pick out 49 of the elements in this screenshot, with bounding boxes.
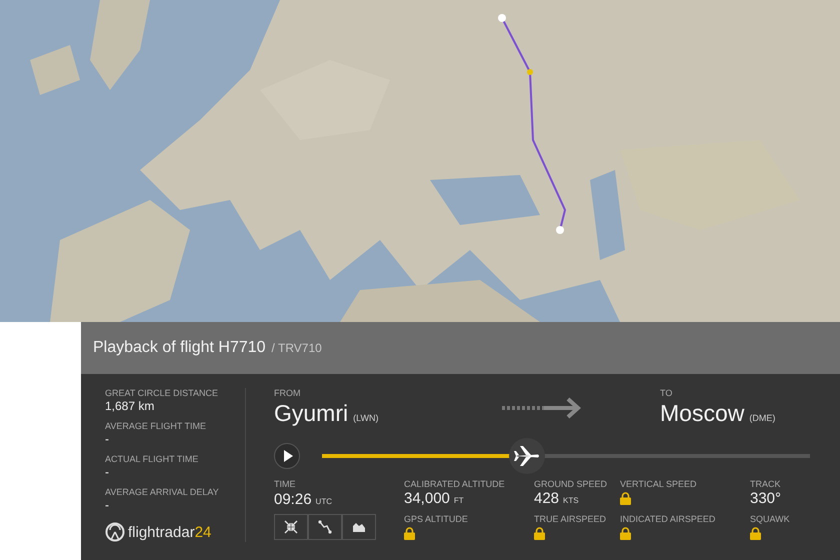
stat-label: AVERAGE FLIGHT TIME: [105, 421, 208, 431]
lock-icon: [750, 527, 761, 540]
collapse-icon: [284, 520, 298, 534]
data-label: VERTICAL SPEED: [620, 479, 698, 489]
time-label: TIME: [274, 479, 296, 489]
data-label: CALIBRATED ALTITUDE: [404, 479, 506, 489]
destination-label: TO: [660, 388, 674, 398]
area-chart-icon: [352, 520, 366, 534]
destination-city: Moscow: [660, 400, 744, 427]
time-unit: UTC: [316, 497, 332, 506]
stat-value: -: [105, 465, 110, 479]
data-label: INDICATED AIRSPEED: [620, 514, 716, 524]
lock-icon: [404, 527, 415, 540]
origin-label: FROM: [274, 388, 302, 398]
unit-text: KTS: [563, 496, 579, 505]
stat-value: 1,687 km: [105, 399, 156, 413]
callsign-text: / TRV710: [272, 341, 322, 355]
stat-label: AVERAGE ARRIVAL DELAY: [105, 487, 220, 497]
data-value: 428: [534, 490, 560, 507]
data-label: GPS ALTITUDE: [404, 514, 469, 524]
arrow-icon: [502, 396, 582, 418]
route-icon: [318, 520, 332, 534]
data-value: 34,000: [404, 490, 450, 507]
chart-button[interactable]: [342, 514, 376, 540]
stat-value: -: [105, 432, 110, 446]
data-value: 330°: [750, 490, 782, 507]
lock-icon: [620, 527, 631, 540]
stat-label: GREAT CIRCLE DISTANCE: [105, 388, 220, 398]
route-button[interactable]: [308, 514, 342, 540]
data-label: TRUE AIRSPEED: [534, 514, 608, 524]
origin-city: Gyumri: [274, 400, 348, 427]
destination-code: (DME): [749, 413, 776, 423]
stat-value: -: [105, 498, 110, 512]
data-label: GROUND SPEED: [534, 479, 608, 489]
panel-title: Playback of flight H7710: [93, 339, 266, 357]
collapse-button[interactable]: [274, 514, 308, 540]
time-value: 09:26: [274, 491, 312, 508]
lock-icon: [534, 527, 545, 540]
data-label: TRACK: [750, 479, 782, 489]
unit-text: FT: [454, 496, 464, 505]
play-button[interactable]: [274, 443, 300, 469]
origin-code: (LWN): [353, 413, 378, 423]
airplane-icon[interactable]: [508, 438, 545, 474]
lock-icon: [620, 492, 631, 505]
data-label: SQUAWK: [750, 514, 791, 524]
radar-icon: [105, 522, 125, 542]
play-icon: [283, 450, 293, 462]
stat-label: ACTUAL FLIGHT TIME: [105, 454, 200, 464]
logo-text: flightradar24: [128, 524, 212, 540]
